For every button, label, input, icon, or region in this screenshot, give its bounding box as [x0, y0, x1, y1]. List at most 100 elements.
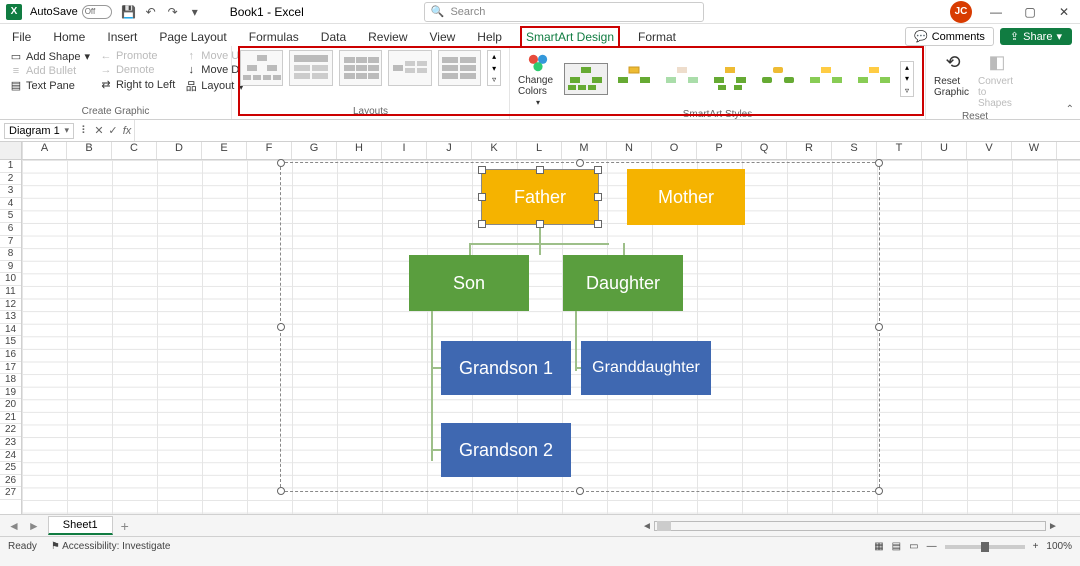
row-header[interactable]: 12 [0, 299, 21, 312]
add-shape-button[interactable]: ▭Add Shape ▾ [8, 50, 92, 63]
column-header[interactable]: E [202, 142, 247, 159]
row-header[interactable]: 2 [0, 173, 21, 186]
row-header[interactable]: 20 [0, 399, 21, 412]
column-header[interactable]: T [877, 142, 922, 159]
smartart-node-mother[interactable]: Mother [627, 169, 745, 225]
zoom-out-button[interactable]: — [927, 541, 937, 552]
zoom-slider[interactable] [945, 545, 1025, 549]
name-box[interactable]: Diagram 1▾ [4, 123, 74, 139]
resize-handle[interactable] [277, 323, 285, 331]
cancel-formula-icon[interactable]: ✕ [92, 124, 106, 137]
add-sheet-button[interactable]: + [121, 518, 129, 534]
resize-handle[interactable] [576, 487, 584, 495]
user-avatar[interactable]: JC [950, 1, 972, 23]
search-input[interactable]: 🔍 Search [424, 2, 704, 22]
column-header[interactable]: G [292, 142, 337, 159]
tab-formulas[interactable]: Formulas [245, 28, 303, 46]
node-handle[interactable] [594, 166, 602, 174]
column-header[interactable]: I [382, 142, 427, 159]
tab-data[interactable]: Data [317, 28, 350, 46]
sheet-nav-next[interactable]: ► [28, 519, 40, 533]
view-page-break-icon[interactable]: ▭ [909, 541, 918, 552]
cells-grid[interactable]: Father Mother Son Daughter Grandson 1 Gr… [22, 160, 1080, 514]
row-header[interactable]: 14 [0, 324, 21, 337]
row-header[interactable]: 4 [0, 198, 21, 211]
column-header[interactable]: S [832, 142, 877, 159]
row-header[interactable]: 18 [0, 374, 21, 387]
collapse-ribbon-icon[interactable]: ⌃ [1066, 104, 1074, 115]
row-header[interactable]: 15 [0, 336, 21, 349]
tab-review[interactable]: Review [364, 28, 411, 46]
column-header[interactable]: N [607, 142, 652, 159]
row-header[interactable]: 21 [0, 412, 21, 425]
column-header[interactable]: F [247, 142, 292, 159]
tab-home[interactable]: Home [49, 28, 89, 46]
column-header[interactable]: C [112, 142, 157, 159]
view-normal-icon[interactable]: ▦ [874, 541, 883, 552]
column-header[interactable]: H [337, 142, 382, 159]
column-header[interactable]: D [157, 142, 202, 159]
redo-icon[interactable]: ↷ [165, 4, 181, 20]
smartart-node-grandson1[interactable]: Grandson 1 [441, 341, 571, 395]
row-header[interactable]: 6 [0, 223, 21, 236]
formula-input[interactable] [134, 120, 1080, 141]
row-header[interactable]: 27 [0, 487, 21, 500]
column-header[interactable]: M [562, 142, 607, 159]
scroll-thumb[interactable] [657, 521, 671, 531]
column-header[interactable]: U [922, 142, 967, 159]
enter-formula-icon[interactable]: ✓ [106, 124, 120, 137]
view-page-layout-icon[interactable]: ▤ [892, 541, 901, 552]
row-header[interactable]: 1 [0, 160, 21, 173]
smartart-node-granddaughter[interactable]: Granddaughter [581, 341, 711, 395]
row-header[interactable]: 9 [0, 261, 21, 274]
smartart-node-son[interactable]: Son [409, 255, 529, 311]
node-handle[interactable] [594, 220, 602, 228]
node-handle[interactable] [478, 220, 486, 228]
column-header[interactable]: P [697, 142, 742, 159]
resize-handle[interactable] [875, 323, 883, 331]
scroll-left-icon[interactable]: ◄ [640, 521, 654, 532]
row-header[interactable]: 19 [0, 387, 21, 400]
share-button[interactable]: ⇪ Share ▾ [1000, 28, 1072, 45]
tab-help[interactable]: Help [473, 28, 506, 46]
row-header[interactable]: 26 [0, 475, 21, 488]
resize-handle[interactable] [277, 487, 285, 495]
row-header[interactable]: 22 [0, 424, 21, 437]
close-button[interactable]: ✕ [1054, 5, 1074, 19]
resize-handle[interactable] [277, 159, 285, 167]
save-icon[interactable]: 💾 [121, 4, 137, 20]
column-header[interactable]: V [967, 142, 1012, 159]
smartart-node-father[interactable]: Father [481, 169, 599, 225]
undo-icon[interactable]: ↶ [143, 4, 159, 20]
resize-handle[interactable] [875, 159, 883, 167]
text-pane-button[interactable]: ▤Text Pane [8, 79, 92, 92]
minimize-button[interactable]: — [986, 5, 1006, 19]
column-header[interactable]: R [787, 142, 832, 159]
tab-format[interactable]: Format [634, 28, 680, 46]
row-header[interactable]: 16 [0, 349, 21, 362]
autosave-toggle[interactable]: Off [82, 5, 112, 19]
row-header[interactable]: 7 [0, 236, 21, 249]
column-header[interactable]: B [67, 142, 112, 159]
accessibility-status[interactable]: ⚑ Accessibility: Investigate [51, 541, 171, 552]
row-header[interactable]: 24 [0, 450, 21, 463]
tab-insert[interactable]: Insert [103, 28, 141, 46]
node-handle[interactable] [594, 193, 602, 201]
row-header[interactable]: 8 [0, 248, 21, 261]
column-header[interactable]: W [1012, 142, 1057, 159]
resize-handle[interactable] [875, 487, 883, 495]
tab-file[interactable]: File [8, 28, 35, 46]
maximize-button[interactable]: ▢ [1020, 5, 1040, 19]
smartart-node-grandson2[interactable]: Grandson 2 [441, 423, 571, 477]
resize-handle[interactable] [576, 159, 584, 167]
smartart-selection-frame[interactable]: Father Mother Son Daughter Grandson 1 Gr… [280, 162, 880, 492]
column-header[interactable]: K [472, 142, 517, 159]
scroll-right-icon[interactable]: ► [1046, 521, 1060, 532]
smartart-node-daughter[interactable]: Daughter [563, 255, 683, 311]
zoom-level[interactable]: 100% [1046, 541, 1072, 552]
column-header[interactable]: L [517, 142, 562, 159]
horizontal-scrollbar[interactable]: ◄ ► [640, 519, 1060, 533]
column-header[interactable]: J [427, 142, 472, 159]
row-header[interactable]: 23 [0, 437, 21, 450]
sheet-tab-sheet1[interactable]: Sheet1 [48, 516, 113, 535]
